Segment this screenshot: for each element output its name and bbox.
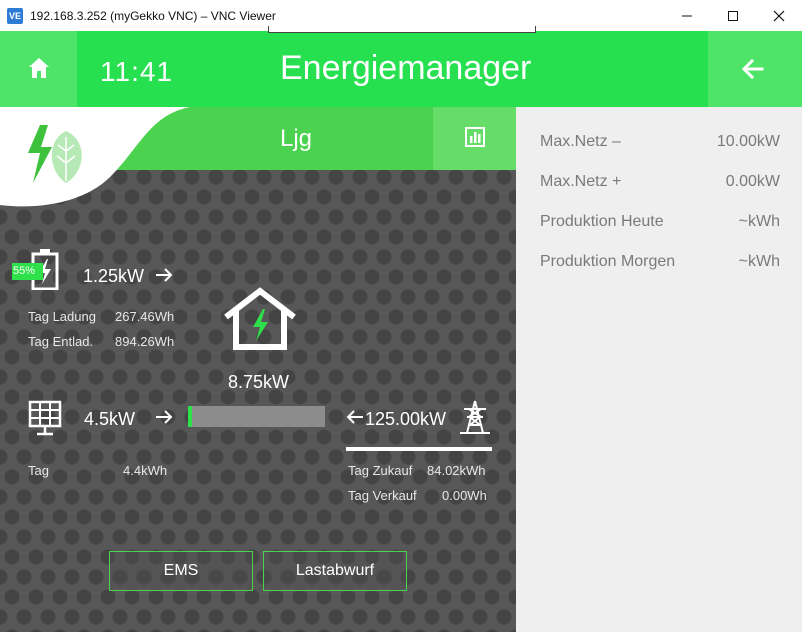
- solar-day-value: 4.4kWh: [123, 463, 168, 478]
- back-arrow-icon: [742, 59, 764, 79]
- info-value: 0.00kW: [725, 173, 780, 190]
- clock-time: 11:41: [100, 56, 173, 87]
- load-shedding-button[interactable]: Lastabwurf: [263, 551, 407, 591]
- maximize-icon: [728, 11, 738, 21]
- grid-power: 125.00kW: [365, 409, 447, 429]
- solar-power: 4.5kW: [84, 409, 136, 429]
- solar-day-label: Tag: [28, 463, 49, 478]
- app-header: 11:41 Energiemanager: [0, 31, 802, 107]
- battery-discharge-value: 894.26Wh: [115, 334, 175, 349]
- vnc-toolbar-tab[interactable]: [268, 26, 536, 33]
- info-row-production-today: Produktion Heute ~kWh: [540, 213, 780, 233]
- info-label: Max.Netz –: [540, 133, 621, 150]
- info-row-max-grid-plus: Max.Netz + 0.00kW: [540, 173, 780, 193]
- home-icon: [29, 58, 49, 78]
- info-panel: Max.Netz – 10.00kW Max.Netz + 0.00kW Pro…: [516, 107, 802, 632]
- grid-underline: [346, 447, 492, 451]
- arrow-right-icon: [156, 410, 173, 424]
- grid-buy-label: Tag Zukauf: [348, 463, 413, 478]
- power-tower-icon: [460, 400, 490, 434]
- brand-logo: [0, 107, 190, 210]
- info-label: Max.Netz +: [540, 173, 622, 190]
- house-power: 8.75kW: [228, 372, 290, 392]
- info-row-production-tomorrow: Produktion Morgen ~kWh: [540, 253, 780, 273]
- info-value: ~kWh: [738, 253, 780, 270]
- window-title: 192.168.3.252 (myGekko VNC) – VNC Viewer: [30, 9, 276, 23]
- maximize-button[interactable]: [710, 0, 756, 31]
- arrow-left-icon: [346, 410, 363, 424]
- energy-flow-panel: Ljg 55% 1.25kW Tag Ladung 267.46Wh Tag E…: [0, 107, 516, 632]
- page-title: Energiemanager: [280, 49, 532, 87]
- close-icon: [773, 10, 785, 22]
- battery-discharge-label: Tag Entlad.: [28, 334, 94, 349]
- ems-button[interactable]: EMS: [109, 551, 253, 591]
- arrow-right-icon: [156, 268, 173, 282]
- bar-chart-icon: [465, 127, 485, 147]
- solar-progress-fill: [188, 406, 193, 427]
- battery-power: 1.25kW: [83, 266, 145, 286]
- info-label: Produktion Heute: [540, 213, 664, 230]
- close-button[interactable]: [756, 0, 802, 31]
- grid-sell-value: 0.00Wh: [442, 488, 487, 503]
- info-row-max-grid-minus: Max.Netz – 10.00kW: [540, 133, 780, 153]
- battery-percent-badge: 55%: [12, 263, 43, 280]
- room-name: Ljg: [280, 125, 313, 152]
- back-button[interactable]: [708, 31, 802, 107]
- info-value: 10.00kW: [716, 133, 780, 150]
- minimize-icon: [682, 15, 692, 17]
- grid-buy-value: 84.02kWh: [427, 463, 486, 478]
- grid-sell-label: Tag Verkauf: [348, 488, 417, 503]
- solar-progress-bar: [188, 406, 325, 427]
- chart-button[interactable]: [433, 107, 516, 170]
- battery-charge-value: 267.46Wh: [115, 309, 175, 324]
- solar-panel-icon: [28, 400, 62, 436]
- vnc-app-icon: VE: [7, 8, 23, 24]
- home-button[interactable]: [0, 31, 77, 107]
- minimize-button[interactable]: [664, 0, 710, 31]
- house-lightning-icon: [224, 287, 296, 350]
- info-value: ~kWh: [738, 213, 780, 230]
- info-label: Produktion Morgen: [540, 253, 676, 270]
- battery-charge-label: Tag Ladung: [28, 309, 96, 324]
